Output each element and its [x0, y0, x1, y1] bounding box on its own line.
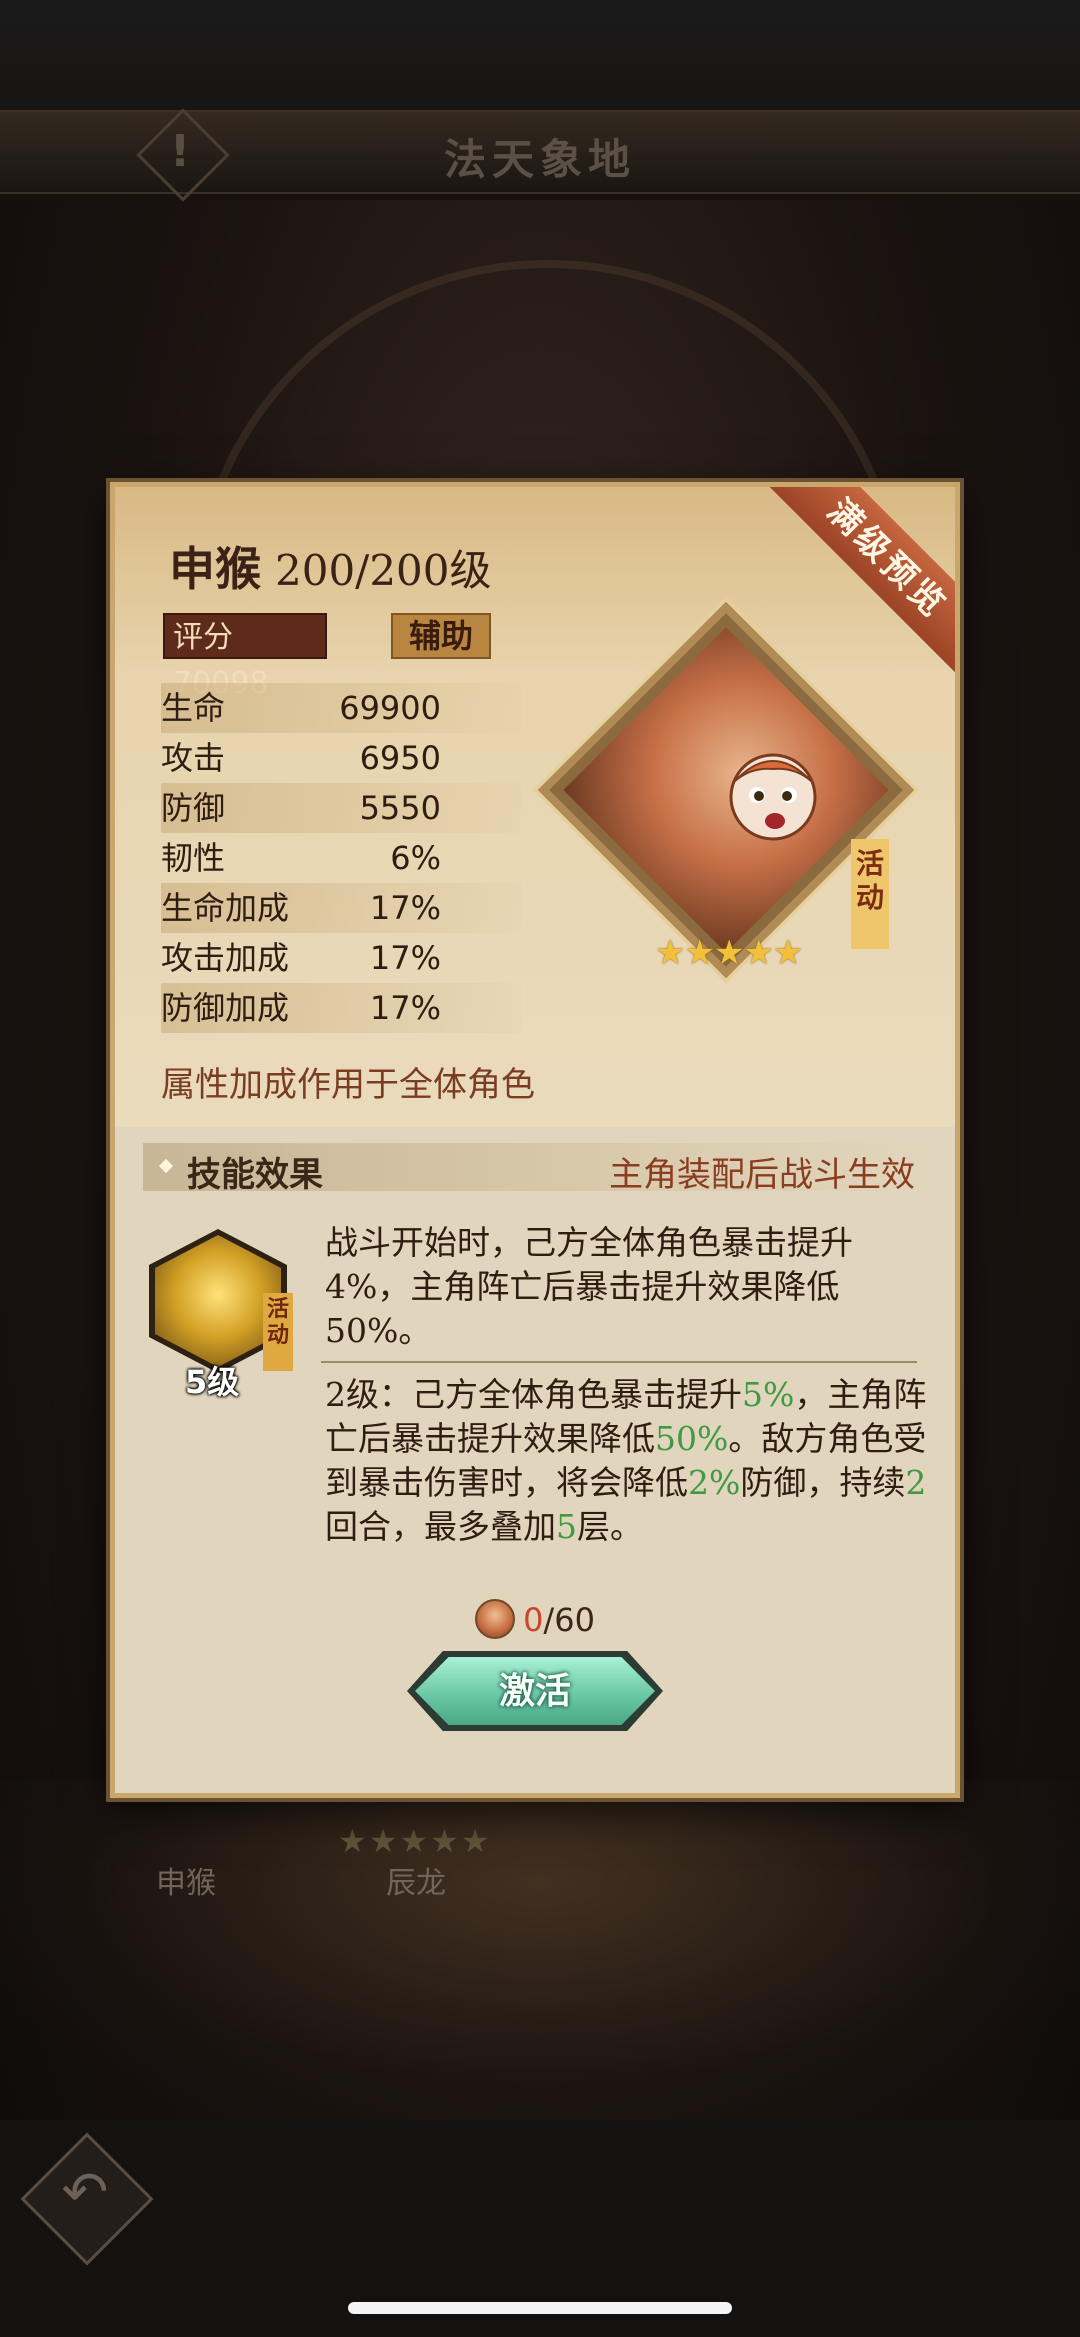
- score-label: 评分: [173, 620, 233, 655]
- lvl2-value: 50%: [655, 1419, 729, 1458]
- lvl2-value: 2: [905, 1463, 927, 1502]
- hero-name: 申猴: [169, 542, 261, 596]
- skill-description: 战斗开始时，己方全体角色暴击提升4%，主角阵亡后暴击提升效果降低50%。: [325, 1223, 853, 1350]
- stat-row: 攻击加成 17%: [161, 933, 521, 983]
- stat-row: 韧性 6%: [161, 833, 521, 883]
- activate-button[interactable]: 激活: [407, 1651, 663, 1731]
- lvl2-value: 2%: [688, 1463, 741, 1502]
- skill-condition: 主角装配后战斗生效: [609, 1155, 915, 1195]
- stat-value: 5550: [359, 789, 441, 827]
- monkey-face-icon: [729, 753, 817, 841]
- stat-row: 生命 69900: [161, 683, 521, 733]
- stat-value: 69900: [339, 689, 441, 727]
- stat-label: 攻击加成: [161, 939, 290, 977]
- score-badge: 评分70098: [163, 613, 327, 701]
- stat-label: 防御加成: [161, 989, 290, 1027]
- stat-row: 防御 5550: [161, 783, 521, 833]
- attribute-note: 属性加成作用于全体角色: [161, 1065, 535, 1105]
- stat-value: 17%: [369, 939, 441, 977]
- hero-title: 申猴 200/200级: [169, 533, 491, 599]
- background-hero-name: 辰龙: [386, 1866, 446, 1901]
- lvl2-text: 2级：己方全体角色暴击提升: [325, 1375, 742, 1414]
- stat-value: 17%: [369, 889, 441, 927]
- cost-need: /60: [543, 1601, 595, 1639]
- hero-detail-panel: 满级预览 申猴200/200级 评分70098 辅助 生命69900 攻击695…: [110, 482, 960, 1798]
- back-arrow-icon[interactable]: ↶: [50, 2160, 120, 2225]
- screen-title: 法天象地: [443, 135, 636, 184]
- stat-value: 6950: [359, 739, 441, 777]
- skill-section-title: 技能效果: [187, 1155, 323, 1195]
- background-floor: [0, 1780, 1080, 2120]
- monkey-fragment-icon: [475, 1599, 516, 1639]
- lvl2-value: 5: [556, 1507, 577, 1546]
- background-hero-name: 申猴: [156, 1866, 216, 1901]
- lvl2-text: 防御，持续: [740, 1463, 906, 1502]
- stat-row: 攻击 6950: [161, 733, 521, 783]
- cost-have: 0: [523, 1601, 544, 1639]
- home-indicator[interactable]: [348, 2302, 732, 2314]
- stat-label: 攻击: [161, 739, 226, 777]
- stat-label: 生命加成: [161, 889, 290, 927]
- skill-event-tag: 活动: [263, 1293, 293, 1371]
- stat-value: 6%: [390, 839, 441, 877]
- stat-row: 生命加成 17%: [161, 883, 521, 933]
- activation-cost: 0/60: [115, 1599, 955, 1639]
- stat-value: 17%: [369, 989, 441, 1027]
- lvl2-text: 回合，最多叠加: [325, 1507, 556, 1546]
- skill-level2-description: 2级：己方全体角色暴击提升5%，主角阵亡后暴击提升效果降低50%。敌方角色受到暴…: [325, 1373, 937, 1549]
- lvl2-text: 层。: [577, 1507, 643, 1546]
- stat-label: 生命: [161, 689, 226, 727]
- divider: [321, 1361, 917, 1363]
- skill-level: 5级: [185, 1363, 240, 1401]
- activate-button-label: 激活: [498, 1670, 571, 1712]
- stat-label: 韧性: [161, 839, 226, 877]
- background-stars: ★★★★★: [338, 1822, 492, 1860]
- stats-list: 生命 69900 攻击 6950 防御 5550 韧性 6% 生命加成 17% 攻击加成 1…: [161, 683, 521, 1033]
- stat-label: 防御: [161, 789, 226, 827]
- hero-stars: ★★★★★: [655, 933, 803, 973]
- lvl2-value: 5%: [742, 1375, 795, 1414]
- stat-row: 防御加成 17%: [161, 983, 521, 1033]
- event-tag: 活动: [851, 839, 889, 949]
- hero-level: 200/200级: [275, 546, 492, 595]
- role-badge: 辅助: [391, 613, 491, 659]
